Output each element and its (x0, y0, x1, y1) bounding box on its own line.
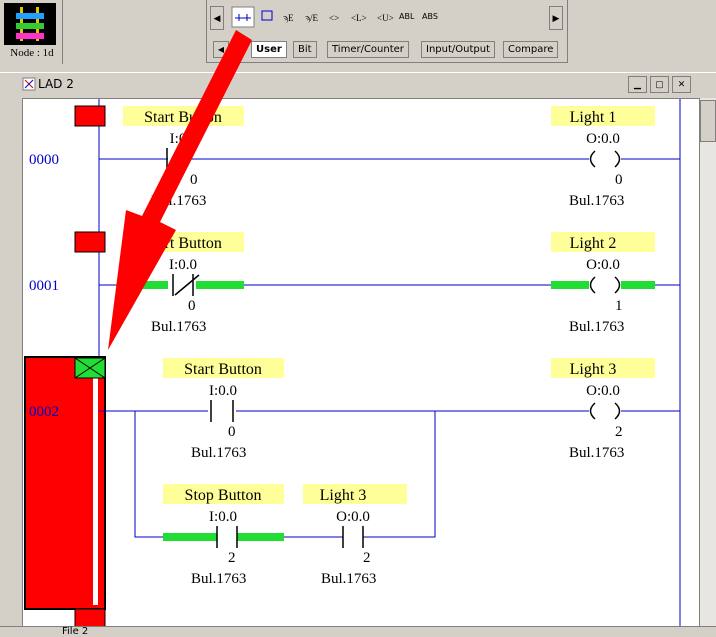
tab-user[interactable]: User (251, 41, 287, 58)
branch-a-label: Stop Button (185, 487, 262, 504)
abl-tool[interactable]: ABL (399, 12, 414, 21)
node-panel: Node : 1d (0, 0, 63, 64)
rung-0000-output-bul: Bul.1763 (569, 193, 624, 209)
scroll-thumb[interactable] (700, 100, 716, 142)
branch-a-addr: I:0.0 (209, 509, 237, 525)
rung-0000-input-addr: I:0 (170, 131, 187, 147)
rung-0002-input-bit: 0 (228, 424, 236, 440)
rung-0001-output-label: Light 2 (570, 235, 617, 252)
ladder-window-icon (22, 77, 36, 91)
instruction-palette: ◀ ▶ ϡE ϡ/E <> <L> <U> ABL ABS ◀ User Bit… (206, 0, 568, 63)
left-strip (0, 98, 22, 626)
rung-0001-output-addr: O:0.0 (586, 257, 620, 273)
rung-0001-input-bit: 0 (188, 298, 196, 314)
rung-0000-input-bit: 0 (190, 172, 198, 188)
rung-0002-input-addr: I:0.0 (209, 383, 237, 399)
rung-0002-input-bul: Bul.1763 (191, 445, 246, 461)
tab-bit[interactable]: Bit (293, 41, 317, 58)
rung-0000-marker (74, 105, 106, 127)
node-ladder-icon[interactable] (4, 3, 56, 45)
rung-0001-output-bul: Bul.1763 (569, 319, 624, 335)
file-tab[interactable]: File 2 (62, 626, 88, 637)
tab-input-output[interactable]: Input/Output (421, 41, 495, 58)
rung-tool-icon (261, 10, 273, 21)
maximize-icon[interactable]: ▢ (650, 76, 669, 93)
rung-0000-number: 0000 (29, 152, 59, 168)
ladder-editor[interactable]: 0000 Start Button I:0 0 Bul.1763 Light 1… (22, 98, 700, 628)
branch-a-bit: 2 (228, 550, 236, 566)
rung-0002-output-addr: O:0.0 (586, 383, 620, 399)
palette-left-arrow-icon[interactable]: ◀ (210, 6, 224, 30)
rung-0001-output-bit: 1 (615, 298, 623, 314)
xio-tool-icon: ϡ/E (305, 13, 318, 23)
rung-0001-input-label: Start Button (144, 235, 222, 252)
rung-0000-input-bul: Bul.1763 (151, 193, 206, 209)
rung-0001-marker (74, 231, 106, 253)
otl-tool-icon: <L> (351, 13, 367, 23)
branch-tool-icon (231, 6, 255, 28)
rung-0000-output-bit: 0 (615, 172, 623, 188)
rung-0001-number: 0001 (29, 278, 59, 294)
branch-b-bul: Bul.1763 (321, 571, 376, 587)
window-title: LAD 2 (38, 77, 74, 91)
rung-0001-input-addr: I:0.0 (169, 257, 197, 273)
rung-0002-output-bit: 2 (615, 424, 623, 440)
rung-0000-output-addr: O:0.0 (586, 131, 620, 147)
rung-0000-output-label: Light 1 (570, 109, 617, 126)
branch-b-label: Light 3 (320, 487, 367, 504)
abs-tool[interactable]: ABS (422, 12, 438, 21)
ote-tool-icon: <> (329, 13, 339, 23)
otu-tool-icon: <U> (377, 13, 394, 23)
xic-tool-icon: ϡE (283, 13, 294, 23)
node-label: Node : 1d (10, 47, 54, 59)
branch-b-addr: O:0.0 (336, 509, 370, 525)
rung-0002-output-label: Light 3 (570, 361, 617, 378)
tab-compare[interactable]: Compare (503, 41, 559, 58)
vertical-scrollbar[interactable] (698, 98, 716, 626)
rung-0002-input-label: Start Button (184, 361, 262, 378)
ladder-window-titlebar[interactable] (0, 72, 716, 97)
tabs-left-arrow-icon[interactable]: ◀ (213, 41, 229, 58)
palette-right-arrow-icon[interactable]: ▶ (549, 6, 563, 30)
minimize-icon[interactable]: ▁ (628, 76, 647, 93)
rung-0002-output-bul: Bul.1763 (569, 445, 624, 461)
branch-b-bit: 2 (363, 550, 371, 566)
rung-0000-input-label: Start Button (144, 109, 222, 126)
rung-0002-branch-wire (134, 411, 436, 538)
rung-0001-input-bul: Bul.1763 (151, 319, 206, 335)
tab-timer-counter[interactable]: Timer/Counter (327, 41, 409, 58)
close-icon[interactable]: ✕ (672, 76, 691, 93)
rung-0002-number: 0002 (29, 404, 59, 420)
branch-a-bul: Bul.1763 (191, 571, 246, 587)
